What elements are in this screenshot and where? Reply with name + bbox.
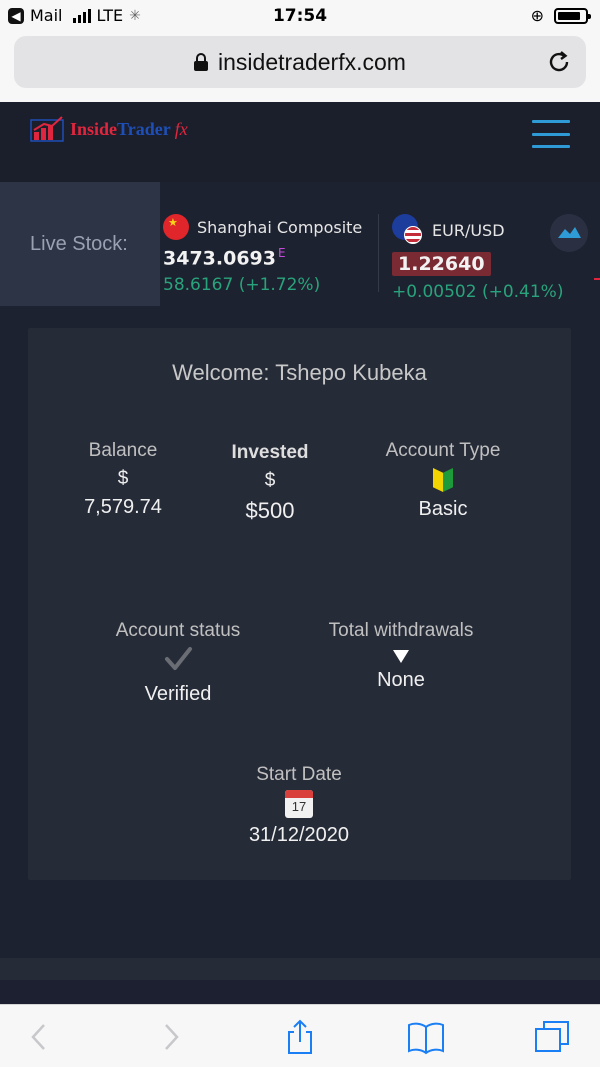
site-header: InsideTrader fx: [0, 102, 600, 182]
beginner-badge-icon: [433, 468, 453, 492]
total-withdrawals-stat: Total withdrawals None: [308, 620, 494, 692]
orientation-lock-icon: ⊕: [530, 6, 544, 25]
account-type-value: Basic: [418, 498, 468, 520]
china-flag-icon: [163, 214, 189, 240]
start-date-value: 31/12/2020: [248, 824, 350, 846]
status-bar: ◀ Mail LTE ✳ 17:54 ⊕: [0, 0, 600, 32]
ticker-divider: [378, 214, 379, 292]
browser-toolbar: [0, 1004, 600, 1067]
logo-chart-icon: [30, 116, 64, 142]
bottom-widget-row: [0, 980, 600, 1004]
live-stock-label: Live Stock:: [0, 182, 160, 306]
logo-text: InsideTrader fx: [70, 119, 188, 140]
ticker-change: +0.00502 (+0.41%): [392, 282, 564, 302]
logo-fx: fx: [174, 118, 188, 139]
address-bar[interactable]: insidetraderfx.com: [14, 36, 586, 88]
logo-part1: Inside: [70, 118, 118, 139]
balance-value: 7,579.74: [84, 496, 162, 518]
ticker-flag-mark: E: [277, 246, 286, 260]
invested-label: Invested: [231, 442, 309, 463]
clock: 17:54: [272, 6, 328, 26]
bookmarks-icon[interactable]: [406, 1019, 446, 1055]
ticker-price: 1.22640: [392, 252, 491, 276]
bottom-widget-strip: [0, 958, 600, 1004]
account-summary-card: Welcome: Tshepo Kubeka Balance $ 7,579.7…: [28, 328, 571, 880]
tabs-icon[interactable]: [532, 1019, 572, 1055]
balance-currency: $: [117, 468, 129, 489]
balance-stat: Balance $ 7,579.74: [68, 440, 178, 519]
ticker-name: Shanghai Composite: [197, 217, 363, 237]
total-withdrawals-value: None: [377, 669, 425, 691]
invested-stat: Invested $ $500: [210, 442, 330, 524]
logo-part2: Trader: [117, 118, 171, 139]
start-date-label: Start Date: [256, 764, 342, 785]
url-text[interactable]: insidetraderfx.com: [218, 49, 406, 76]
ticker-name: EUR/USD: [432, 220, 505, 240]
ticker-price: 3473.0693: [163, 247, 276, 270]
eu-us-flag-icon: [392, 214, 424, 246]
account-status-stat: Account status Verified: [98, 620, 258, 706]
back-chevron-icon[interactable]: [20, 1019, 60, 1055]
status-right: ⊕: [530, 6, 591, 25]
total-withdrawals-label: Total withdrawals: [328, 620, 474, 641]
invested-value: $500: [245, 498, 295, 523]
reload-icon[interactable]: [546, 49, 572, 75]
site-logo[interactable]: InsideTrader fx: [30, 116, 188, 142]
balance-label: Balance: [88, 440, 158, 461]
account-status-value: Verified: [144, 683, 212, 705]
down-triangle-icon: [393, 650, 409, 663]
ticker-item-shanghai[interactable]: Shanghai Composite 3473.0693E 58.6167 (+…: [163, 214, 362, 295]
account-status-label: Account status: [115, 620, 241, 641]
ticker-change: 58.6167 (+1.72%): [163, 275, 321, 296]
account-type-stat: Account Type Basic: [368, 440, 518, 521]
start-date-stat: Start Date 17 31/12/2020: [219, 764, 379, 847]
menu-hamburger-icon[interactable]: [532, 120, 570, 148]
live-stock-ticker: Live Stock: Shanghai Composite 3473.0693…: [0, 182, 600, 308]
battery-icon: [554, 7, 591, 24]
ticker-overflow-mark: [594, 278, 600, 280]
ticker-price-row: 3473.0693 E: [163, 246, 362, 269]
share-icon[interactable]: [280, 1019, 320, 1055]
ticker-head: EUR/USD: [392, 214, 563, 246]
ticker-head: Shanghai Composite: [163, 214, 362, 240]
checkmark-icon: [165, 647, 192, 670]
tradingview-icon[interactable]: [550, 214, 588, 252]
calendar-day: 17: [291, 799, 307, 814]
welcome-message: Welcome: Tshepo Kubeka: [172, 360, 427, 385]
calendar-icon: 17: [285, 790, 313, 818]
forward-chevron-icon[interactable]: [150, 1019, 190, 1055]
ticker-price-row: 1.22640: [392, 252, 563, 276]
ticker-item-eurusd[interactable]: EUR/USD 1.22640 +0.00502 (+0.41%): [392, 214, 563, 302]
invested-currency: $: [264, 470, 276, 491]
lock-icon: [194, 53, 209, 71]
account-type-label: Account Type: [385, 440, 501, 461]
browser-url-area: insidetraderfx.com: [0, 32, 600, 102]
